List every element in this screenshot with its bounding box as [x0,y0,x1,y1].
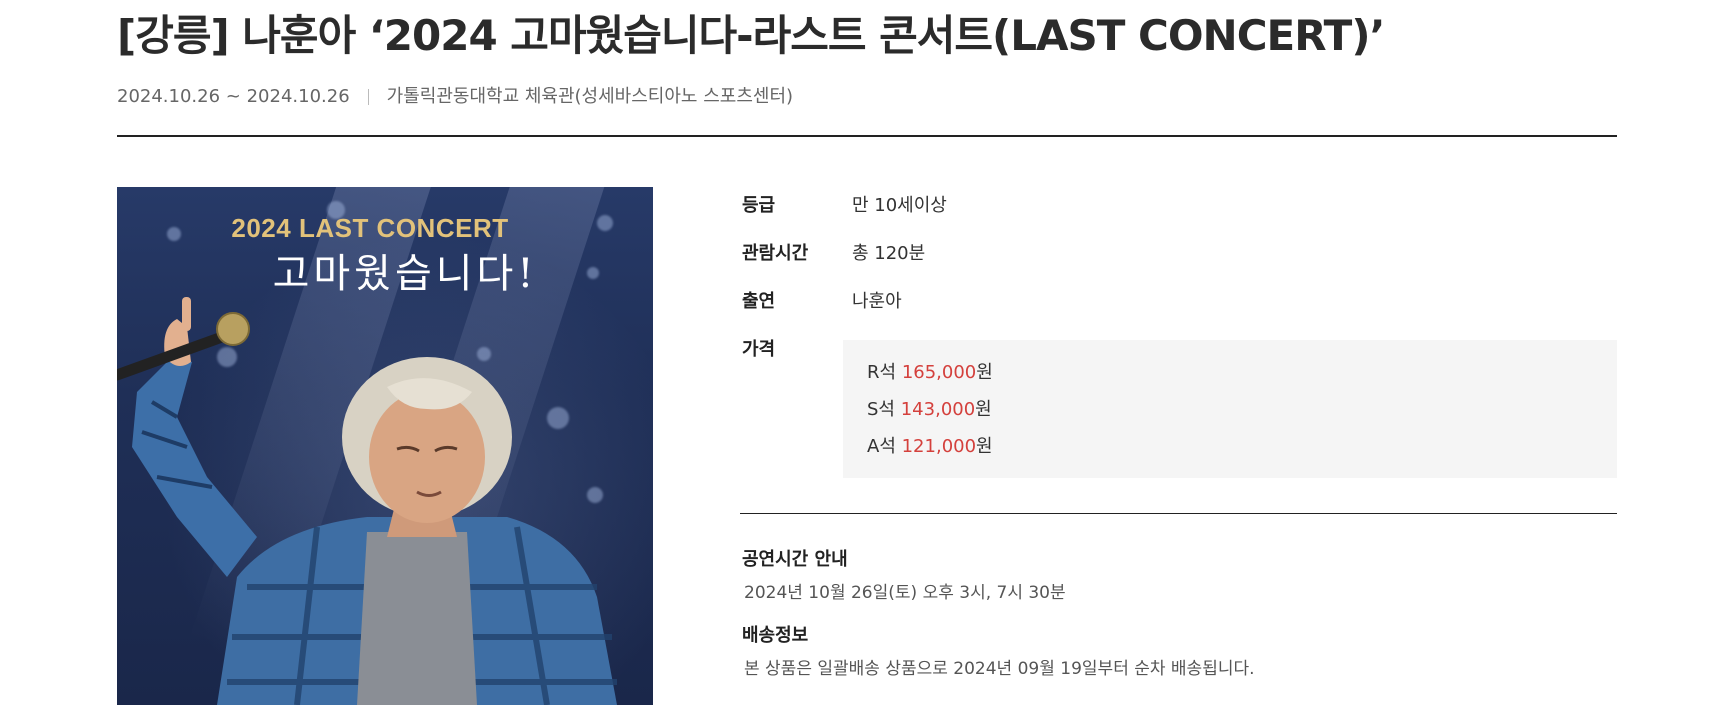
performer-illustration [117,297,617,705]
runtime-label: 관람시간 [742,243,809,264]
price-item: S석 143,000원 [867,391,1617,428]
info-row-price: 가격 [742,337,852,363]
price-item: R석 165,000원 [867,354,1617,391]
delivery-text: 본 상품은 일괄배송 상품으로 2024년 09월 19일부터 순차 배송됩니다… [744,659,1255,679]
delivery-heading: 배송정보 [742,625,809,646]
price-item: A석 121,000원 [867,428,1617,465]
section-divider [740,513,1617,514]
concert-poster: 2024 LAST CONCERT 고마웠습니다! [117,187,653,705]
cast-value: 나훈아 [852,291,902,312]
info-row-rating: 등급 만 10세이상 [742,193,947,219]
seat-grade: S석 [867,399,895,420]
info-row-cast: 출연 나훈아 [742,289,902,315]
seat-grade: R석 [867,362,897,383]
title-divider [117,135,1617,137]
price-list: R석 165,000원 S석 143,000원 A석 121,000원 [843,340,1617,478]
event-date-range: 2024.10.26 ~ 2024.10.26 [117,86,350,107]
rating-value: 만 10세이상 [852,195,947,216]
price-amount: 143,000 [900,399,976,420]
cast-label: 출연 [742,291,776,312]
rating-label: 등급 [742,195,776,216]
info-row-runtime: 관람시간 총 120분 [742,241,925,267]
seat-grade: A석 [867,436,896,457]
price-unit: 원 [976,362,993,383]
page-title: [강릉] 나훈아 ‘2024 고마웠습니다-라스트 콘서트(LAST CONCE… [117,11,1385,60]
meta-divider [367,89,369,105]
event-venue: 가톨릭관동대학교 체육관(성세바스티아노 스포츠센터) [386,86,794,107]
price-amount: 121,000 [901,436,977,457]
event-meta: 2024.10.26 ~ 2024.10.26 가톨릭관동대학교 체육관(성세바… [117,84,793,110]
schedule-heading: 공연시간 안내 [742,549,848,570]
price-label: 가격 [742,339,776,360]
runtime-value: 총 120분 [852,243,926,264]
price-unit: 원 [976,436,993,457]
price-amount: 165,000 [901,362,977,383]
schedule-text: 2024년 10월 26일(토) 오후 3시, 7시 30분 [744,583,1066,603]
price-unit: 원 [975,399,992,420]
